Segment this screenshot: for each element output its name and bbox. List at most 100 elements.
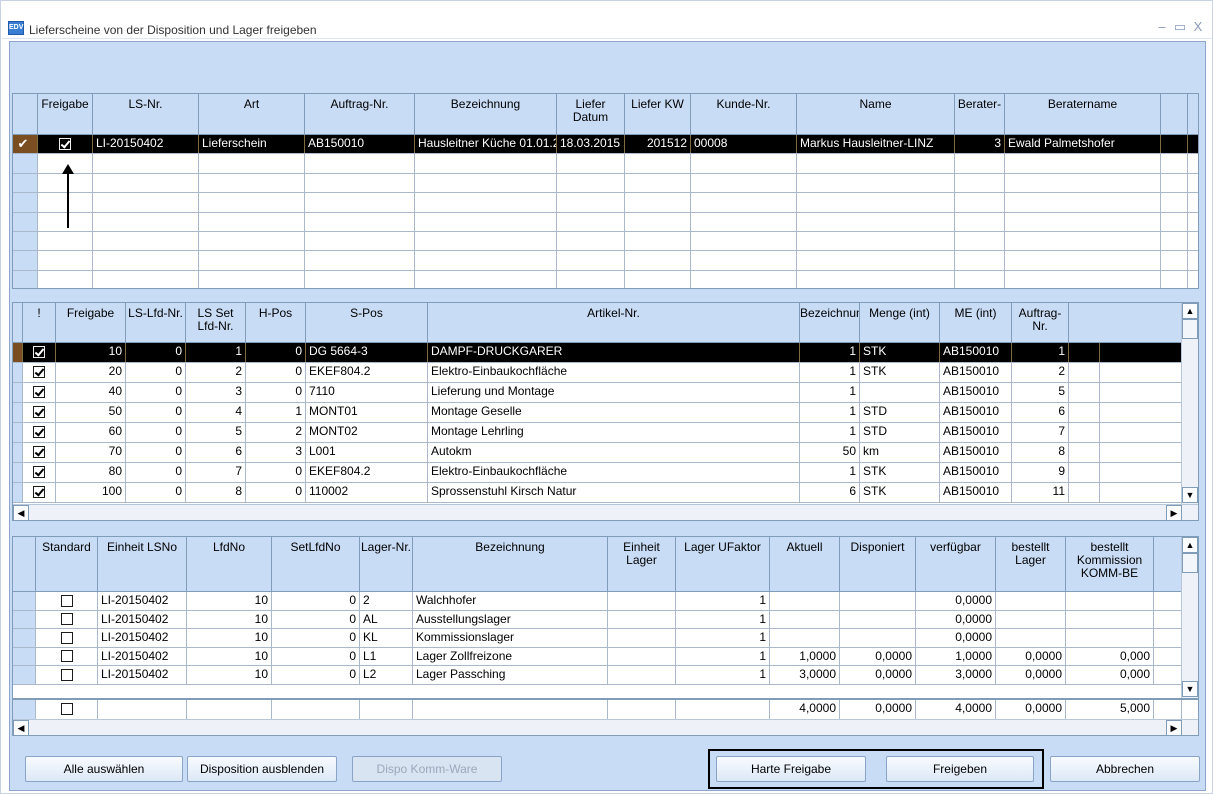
row-indicator[interactable]: [13, 443, 23, 462]
checkbox-cell[interactable]: [23, 363, 56, 382]
column-header[interactable]: Standard: [36, 537, 98, 591]
row-indicator[interactable]: [13, 193, 38, 212]
table-row[interactable]: [13, 232, 1198, 252]
row-indicator[interactable]: [13, 270, 38, 288]
positionen-vscroll[interactable]: ▲ ▼: [1181, 303, 1198, 504]
alle-auswaehlen-button[interactable]: Alle auswählen: [25, 756, 183, 782]
scroll-down-icon[interactable]: ▼: [1182, 681, 1198, 697]
checkbox-cell[interactable]: [23, 443, 56, 462]
positionen-grid[interactable]: ! Freigabe LS-Lfd-Nr. LS Set Lfd-Nr. H-Pos S-…: [12, 302, 1199, 521]
row-indicator[interactable]: [13, 363, 23, 382]
table-row[interactable]: [13, 212, 1198, 232]
freigabe-checkbox[interactable]: [60, 613, 73, 626]
table-row[interactable]: 10 0 1 0 DG 5664-3 DAMPF-DRUCKGARER 1 STK AB1500…: [13, 343, 1198, 363]
scroll-up-icon[interactable]: ▲: [1182, 537, 1198, 553]
checkbox-cell[interactable]: [23, 483, 56, 502]
column-header[interactable]: Auftrag-Nr.: [1012, 303, 1069, 342]
column-header[interactable]: [13, 94, 38, 134]
table-row[interactable]: ✔ LI-20150402 Lieferschein AB150010 Hausleit…: [13, 135, 1198, 155]
column-header[interactable]: verfügbar: [916, 537, 996, 591]
minimize-icon[interactable]: –: [1152, 17, 1172, 37]
row-indicator[interactable]: [13, 423, 23, 442]
table-row[interactable]: [13, 193, 1198, 213]
row-indicator[interactable]: [13, 154, 38, 173]
row-indicator[interactable]: [13, 212, 38, 231]
column-header[interactable]: [13, 303, 23, 342]
row-indicator[interactable]: [13, 666, 36, 684]
lager-vscroll[interactable]: ▲ ▼: [1181, 537, 1198, 698]
checkbox-cell[interactable]: [38, 135, 93, 154]
column-header[interactable]: Name: [797, 94, 955, 134]
table-row[interactable]: 80 0 7 0 EKEF804.2 Elektro-Einbaukochfläche 1 S…: [13, 463, 1198, 483]
row-indicator[interactable]: [13, 647, 36, 665]
disposition-ausblenden-button[interactable]: Disposition ausblenden: [187, 756, 337, 782]
harte-freigabe-button[interactable]: Harte Freigabe: [716, 756, 866, 782]
table-row[interactable]: [13, 251, 1198, 271]
checkbox-cell[interactable]: [23, 403, 56, 422]
row-indicator[interactable]: [13, 700, 36, 719]
checkbox-cell[interactable]: [23, 463, 56, 482]
row-indicator[interactable]: [13, 232, 38, 251]
column-header[interactable]: LS-Lfd-Nr.: [126, 303, 186, 342]
column-header[interactable]: Artikel-Nr.: [428, 303, 800, 342]
column-header[interactable]: SetLfdNo: [272, 537, 360, 591]
column-header[interactable]: Liefer Datum: [557, 94, 625, 134]
freigabe-checkbox[interactable]: [33, 345, 45, 358]
scroll-down-icon[interactable]: ▼: [1182, 487, 1198, 503]
scroll-right-icon[interactable]: ▶: [1166, 505, 1182, 520]
row-indicator[interactable]: [13, 592, 36, 610]
column-header[interactable]: Auftrag-Nr.: [305, 94, 415, 134]
row-indicator[interactable]: [13, 463, 23, 482]
checkbox-cell[interactable]: [36, 629, 98, 647]
table-row[interactable]: [13, 173, 1198, 194]
checkbox-cell[interactable]: [36, 647, 98, 665]
column-header[interactable]: [1161, 94, 1188, 134]
row-indicator[interactable]: [13, 343, 23, 362]
column-header[interactable]: Freigabe: [38, 94, 93, 134]
freigabe-checkbox[interactable]: [60, 631, 73, 644]
checkbox-cell[interactable]: [23, 343, 56, 362]
row-indicator[interactable]: [13, 629, 36, 647]
freigeben-button[interactable]: Freigeben: [886, 756, 1034, 782]
positionen-hscroll[interactable]: ◀ ▶: [13, 504, 1198, 520]
column-header[interactable]: LS-Nr.: [93, 94, 199, 134]
freigabe-checkbox[interactable]: [33, 465, 45, 478]
table-row[interactable]: 100 0 8 0 110002 Sprossenstuhl Kirsch Natur 6 S…: [13, 483, 1198, 503]
lager-grid[interactable]: Standard Einheit LSNo LfdNo SetLfdNo Lager-N…: [12, 536, 1199, 736]
column-header[interactable]: Freigabe: [56, 303, 126, 342]
column-header[interactable]: Einheit LSNo: [98, 537, 187, 591]
column-header[interactable]: [13, 537, 36, 591]
table-row[interactable]: 70 0 6 3 L001 Autokm 50 km AB150010 8: [13, 443, 1198, 463]
table-row[interactable]: LI-20150402 10 0 AL Ausstellungslager 1 0,0000: [13, 610, 1198, 629]
lager-hscroll[interactable]: ◀ ▶: [13, 719, 1198, 735]
column-header[interactable]: ME (int): [940, 303, 1012, 342]
column-header[interactable]: Lager UFaktor: [676, 537, 770, 591]
column-header[interactable]: H-Pos: [246, 303, 306, 342]
table-row[interactable]: 20 0 2 0 EKEF804.2 Elektro-Einbaukochfläche 1 S…: [13, 363, 1198, 383]
table-row[interactable]: [13, 154, 1198, 174]
freigabe-checkbox[interactable]: [33, 365, 45, 378]
row-indicator[interactable]: [13, 251, 38, 270]
row-indicator[interactable]: [13, 383, 23, 402]
checkbox-cell[interactable]: [23, 423, 56, 442]
scroll-thumb[interactable]: [1182, 319, 1198, 339]
column-header[interactable]: Bezeichnung: [413, 537, 608, 591]
abbrechen-button[interactable]: Abbrechen: [1050, 756, 1200, 782]
table-row[interactable]: 40 0 3 0 7110 Lieferung und Montage 1 AB150010 5: [13, 383, 1198, 403]
scroll-thumb[interactable]: [1182, 553, 1198, 573]
column-header[interactable]: S-Pos: [306, 303, 428, 342]
column-header[interactable]: Berater-: [955, 94, 1005, 134]
column-header[interactable]: Einheit Lager: [608, 537, 676, 591]
row-indicator[interactable]: ✔: [13, 135, 38, 154]
column-header[interactable]: Bezeichnung: [415, 94, 557, 134]
column-header[interactable]: Kunde-Nr.: [691, 94, 797, 134]
lieferschein-grid[interactable]: Freigabe LS-Nr. Art Auftrag-Nr. Bezeichnung L…: [12, 93, 1199, 289]
scroll-left-icon[interactable]: ◀: [13, 505, 29, 520]
freigabe-checkbox[interactable]: [60, 702, 73, 715]
table-row[interactable]: LI-20150402 10 0 L2 Lager Passching 1 3,0000 0,…: [13, 666, 1198, 685]
freigabe-checkbox[interactable]: [33, 425, 45, 438]
scroll-left-icon[interactable]: ◀: [13, 720, 29, 735]
row-indicator[interactable]: [13, 403, 23, 422]
table-row[interactable]: LI-20150402 10 0 KL Kommissionslager 1 0,0000: [13, 629, 1198, 648]
checkbox-cell[interactable]: [36, 592, 98, 610]
